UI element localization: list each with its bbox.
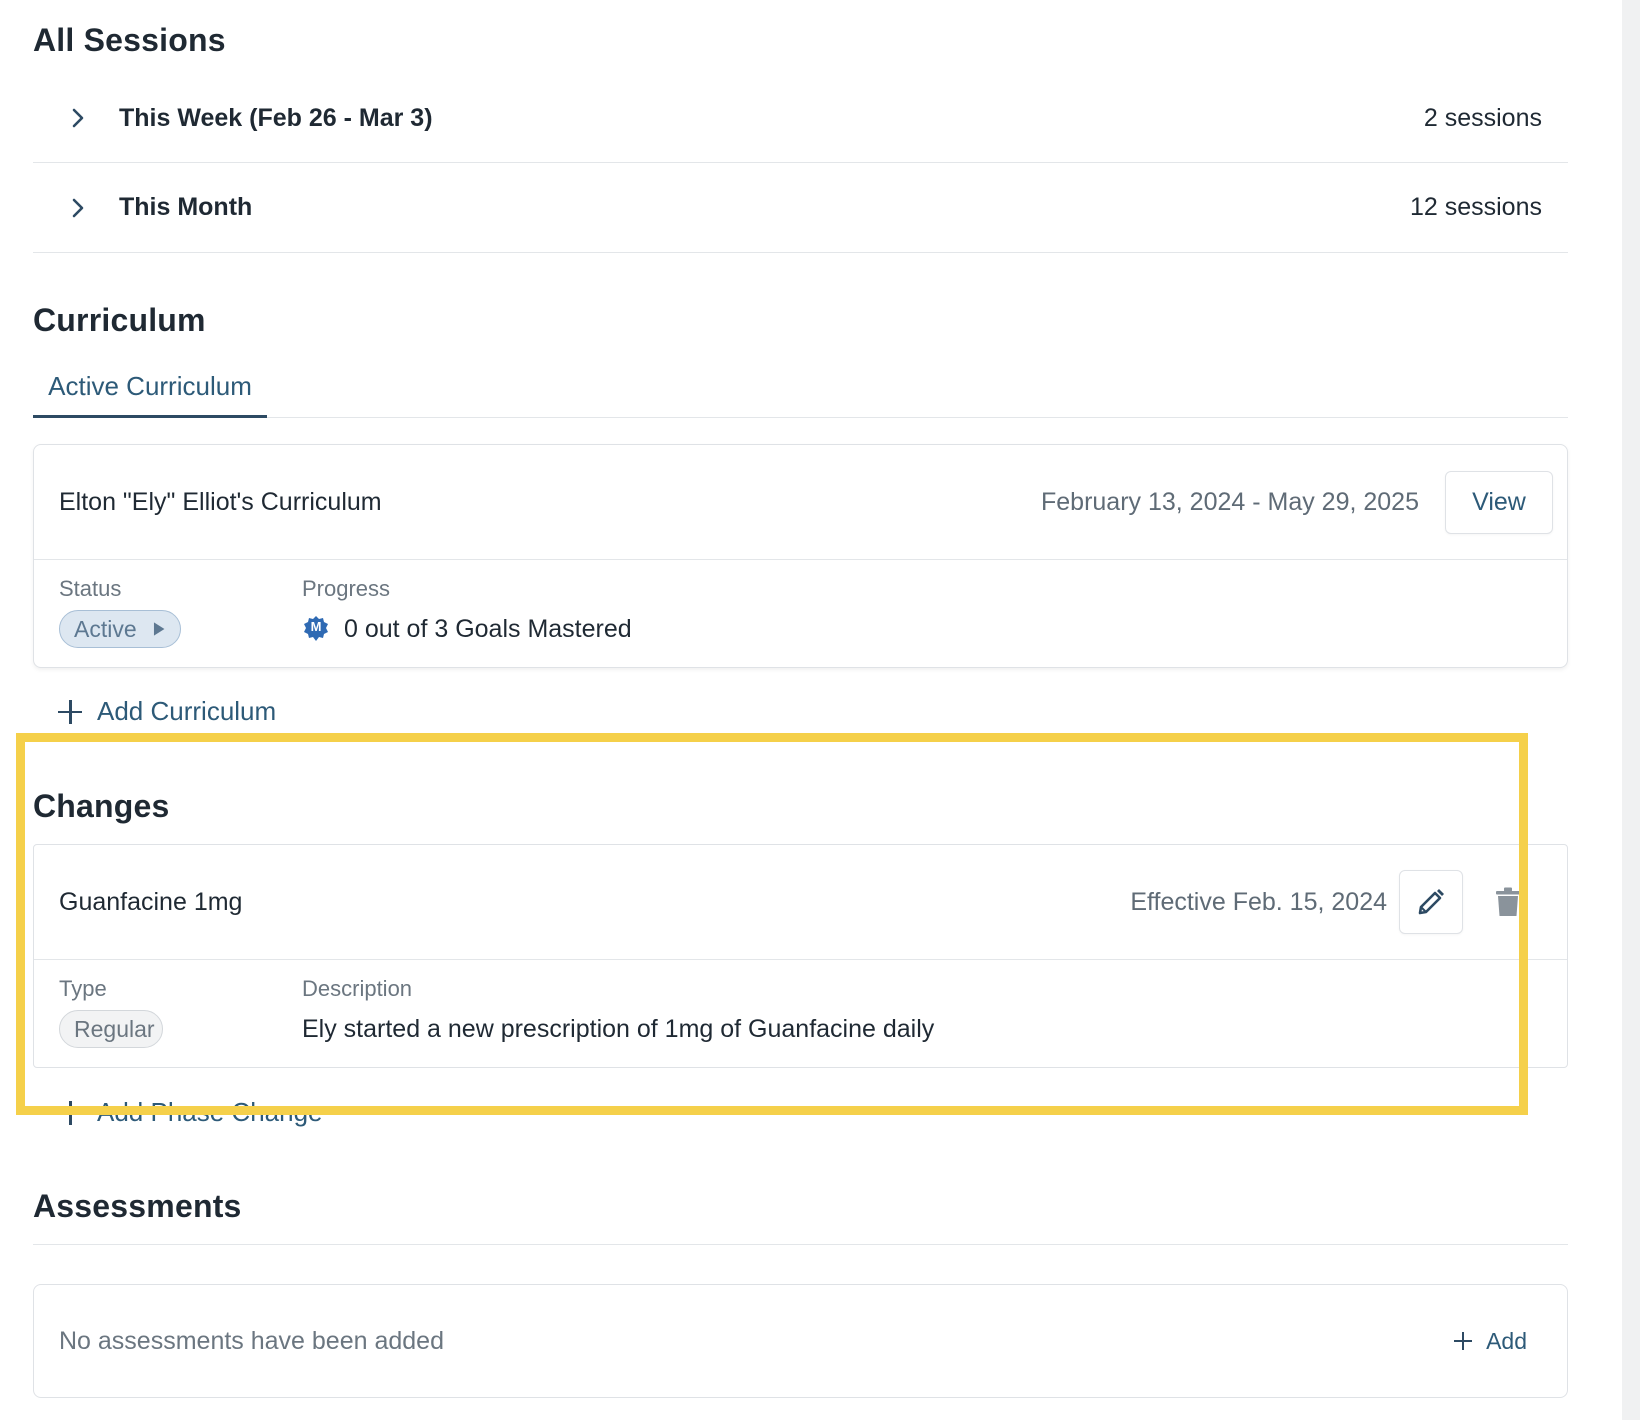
- assessments-card: No assessments have been added Add: [33, 1284, 1568, 1398]
- play-icon: [153, 622, 165, 636]
- status-value: Active: [74, 615, 137, 642]
- curriculum-name: Elton "Ely" Elliot's Curriculum: [59, 487, 382, 516]
- sessions-group-list: This Week (Feb 26 - Mar 3) 2 sessions Th…: [33, 74, 1568, 253]
- change-effective-date: Effective Feb. 15, 2024: [1130, 887, 1387, 916]
- chevron-right-icon[interactable]: [67, 197, 89, 219]
- session-group-count: 12 sessions: [1409, 193, 1542, 221]
- curriculum-date-range: February 13, 2024 - May 29, 2025: [1040, 487, 1419, 516]
- trash-icon: [1496, 887, 1520, 916]
- description-label: Description: [302, 976, 413, 1001]
- plus-icon: [1454, 1332, 1473, 1350]
- progress-value-row: M 0 out of 3 Goals Mastered: [302, 610, 632, 648]
- status-field: Status Active: [59, 576, 302, 648]
- description-value: Ely started a new prescription of 1mg of…: [302, 1014, 935, 1043]
- session-group-count: 2 sessions: [1423, 103, 1542, 132]
- session-group-this-week[interactable]: This Week (Feb 26 - Mar 3) 2 sessions: [33, 74, 1568, 163]
- sessions-title: All Sessions: [33, 22, 226, 58]
- assessments-divider: [33, 1244, 1568, 1245]
- type-badge: Regular: [59, 1010, 163, 1048]
- tab-active-curriculum[interactable]: Active Curriculum: [33, 358, 267, 418]
- curriculum-tabs: Active Curriculum: [33, 326, 1568, 418]
- view-curriculum-button[interactable]: View: [1445, 470, 1553, 534]
- chevron-right-icon[interactable]: [67, 107, 89, 129]
- status-badge[interactable]: Active: [59, 610, 181, 648]
- add-curriculum-label: Add Curriculum: [97, 696, 277, 726]
- type-field: Type Regular: [59, 976, 302, 1048]
- sessions-section: All Sessions: [33, 22, 1568, 59]
- progress-field: Progress M 0 out of 3 Goals Mastered: [302, 576, 632, 648]
- type-value: Regular: [74, 1015, 155, 1042]
- assessments-empty-text: No assessments have been added: [59, 1326, 444, 1355]
- scrollbar-track[interactable]: [1622, 0, 1640, 1420]
- mastered-badge-letter: M: [310, 619, 322, 634]
- progress-label: Progress: [302, 576, 391, 601]
- session-group-label: This Week (Feb 26 - Mar 3): [119, 103, 433, 132]
- plus-icon: [57, 1100, 83, 1126]
- add-assessment-button[interactable]: Add: [1454, 1328, 1527, 1355]
- changes-title: Changes: [33, 788, 170, 824]
- mastered-badge-icon: M: [302, 615, 330, 643]
- edit-change-button[interactable]: [1399, 870, 1463, 934]
- type-label: Type: [59, 976, 107, 1001]
- add-assessment-label: Add: [1486, 1327, 1527, 1354]
- status-label: Status: [59, 576, 122, 601]
- session-group-label: This Month: [119, 193, 253, 221]
- delete-change-button[interactable]: [1477, 871, 1539, 933]
- change-card-header: Guanfacine 1mg Effective Feb. 15, 2024: [34, 845, 1567, 960]
- description-field: Description Ely started a new prescripti…: [302, 976, 934, 1048]
- curriculum-card-body: Status Active Progress M 0 out of 3 Goal…: [34, 560, 1567, 662]
- change-card-body: Type Regular Description Ely started a n…: [34, 960, 1567, 1062]
- session-group-this-month[interactable]: This Month 12 sessions: [33, 163, 1568, 253]
- add-phase-change-link[interactable]: Add Phase Change: [57, 1097, 323, 1128]
- assessments-title: Assessments: [33, 1188, 242, 1224]
- curriculum-card-header: Elton "Ely" Elliot's Curriculum February…: [34, 445, 1567, 560]
- change-card: Guanfacine 1mg Effective Feb. 15, 2024 T…: [33, 844, 1568, 1068]
- pencil-icon: [1418, 889, 1444, 915]
- change-name: Guanfacine 1mg: [59, 887, 243, 916]
- add-curriculum-link[interactable]: Add Curriculum: [57, 696, 276, 727]
- add-phase-change-label: Add Phase Change: [97, 1097, 323, 1127]
- progress-value: 0 out of 3 Goals Mastered: [344, 614, 632, 643]
- plus-icon: [57, 699, 83, 725]
- curriculum-card: Elton "Ely" Elliot's Curriculum February…: [33, 444, 1568, 668]
